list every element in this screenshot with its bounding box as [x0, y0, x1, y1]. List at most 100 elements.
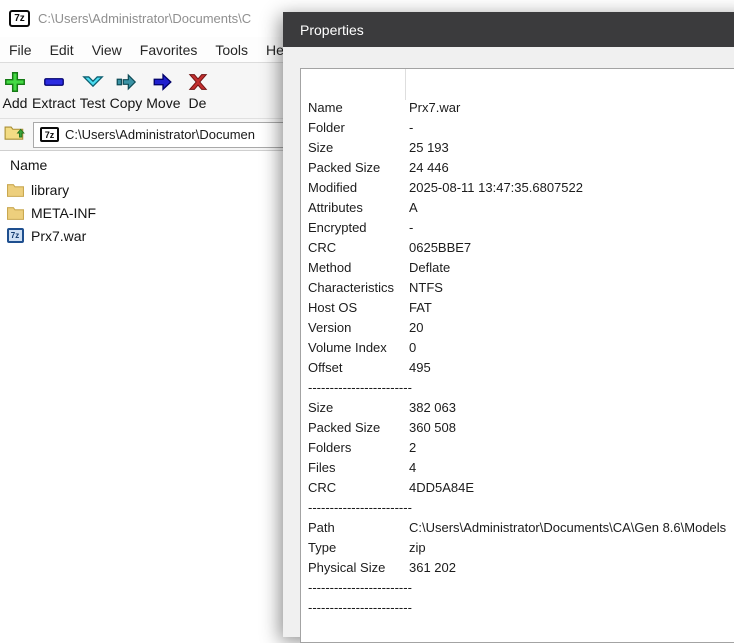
property-value: C:\Users\Administrator\Documents\CA\Gen …	[409, 519, 727, 535]
move-button[interactable]: Move	[144, 65, 182, 117]
property-row[interactable]: Packed Size 360 508	[301, 417, 734, 437]
move-icon	[150, 70, 176, 94]
property-label: CRC	[308, 479, 337, 495]
property-row[interactable]: Offset 495	[301, 357, 734, 377]
copy-label: Copy	[109, 95, 143, 111]
property-label: ------------------------	[308, 579, 412, 595]
window-title: C:\Users\Administrator\Documents\C	[38, 11, 252, 26]
property-row[interactable]: CRC 0625BBE7	[301, 237, 734, 257]
property-row[interactable]: Version 20	[301, 317, 734, 337]
property-label: Attributes	[308, 199, 363, 215]
up-one-level-button[interactable]	[0, 121, 30, 149]
property-label: ------------------------	[308, 379, 412, 395]
property-label: Physical Size	[308, 559, 386, 575]
property-label: Modified	[308, 179, 358, 195]
delete-button[interactable]: De	[183, 65, 213, 117]
copy-icon	[113, 70, 139, 94]
property-label: Name	[308, 99, 343, 115]
7zip-app-icon: 7z	[9, 10, 30, 27]
up-folder-icon	[4, 122, 26, 147]
move-label: Move	[146, 95, 181, 111]
properties-rows: Name Prx7.war Folder - Size 25 193 Packe…	[301, 97, 734, 617]
property-label: Files	[308, 459, 336, 475]
property-label: Folders	[308, 439, 352, 455]
property-label: Folder	[308, 119, 345, 135]
property-label: Type	[308, 539, 337, 555]
column-divider	[405, 69, 406, 100]
property-row[interactable]: Folder -	[301, 117, 734, 137]
property-row[interactable]: Files 4	[301, 457, 734, 477]
menu-item-favorites[interactable]: Favorites	[131, 39, 207, 61]
dialog-body: Name Prx7.war Folder - Size 25 193 Packe…	[283, 47, 734, 643]
property-value: 361 202	[409, 559, 456, 575]
property-label: CRC	[308, 239, 337, 255]
property-value: NTFS	[409, 279, 443, 295]
dialog-titlebar[interactable]: Properties	[283, 12, 734, 47]
property-label: ------------------------	[308, 499, 412, 515]
menu-item-view[interactable]: View	[83, 39, 131, 61]
add-label: Add	[2, 95, 28, 111]
dialog-title: Properties	[300, 21, 364, 38]
file-name: META-INF	[31, 204, 97, 221]
add-icon	[2, 70, 28, 94]
property-row[interactable]: Type zip	[301, 537, 734, 557]
menu-item-edit[interactable]: Edit	[41, 39, 83, 61]
property-row[interactable]: Folders 2	[301, 437, 734, 457]
test-icon	[80, 70, 106, 94]
property-label: Size	[308, 139, 334, 155]
property-value: 360 508	[409, 419, 456, 435]
property-value: 495	[409, 359, 431, 375]
property-value: 0	[409, 339, 417, 355]
separator-row[interactable]: ------------------------	[301, 597, 734, 617]
property-row[interactable]: Physical Size 361 202	[301, 557, 734, 577]
property-row[interactable]: Name Prx7.war	[301, 97, 734, 117]
7zip-file-type-icon: 7z	[40, 127, 59, 142]
property-label: Path	[308, 519, 335, 535]
properties-dialog: Properties Name Prx7.war Folder - Size 2…	[283, 12, 734, 643]
folder-icon	[6, 205, 24, 221]
copy-button[interactable]: Copy	[108, 65, 145, 117]
property-value: FAT	[409, 299, 432, 315]
property-label: Method	[308, 259, 352, 275]
property-label: Encrypted	[308, 219, 367, 235]
property-row[interactable]: Packed Size 24 446	[301, 157, 734, 177]
property-label: Offset	[308, 359, 343, 375]
property-label: Packed Size	[308, 419, 381, 435]
property-row[interactable]: Size 25 193	[301, 137, 734, 157]
delete-label: De	[188, 95, 207, 111]
separator-row[interactable]: ------------------------	[301, 577, 734, 597]
property-row[interactable]: Volume Index 0	[301, 337, 734, 357]
property-value: 0625BBE7	[409, 239, 472, 255]
property-label: Characteristics	[308, 279, 394, 295]
file-name: library	[31, 181, 70, 198]
property-row[interactable]: Host OS FAT	[301, 297, 734, 317]
property-label: ------------------------	[308, 599, 412, 615]
folder-icon	[6, 182, 24, 198]
property-row[interactable]: Characteristics NTFS	[301, 277, 734, 297]
properties-panel: Name Prx7.war Folder - Size 25 193 Packe…	[300, 68, 734, 643]
menu-item-file[interactable]: File	[0, 39, 41, 61]
property-row[interactable]: Encrypted -	[301, 217, 734, 237]
property-row[interactable]: CRC 4DD5A84E	[301, 477, 734, 497]
property-label: Volume Index	[308, 339, 387, 355]
menu-item-tools[interactable]: Tools	[206, 39, 257, 61]
add-button[interactable]: Add	[0, 65, 30, 117]
file-name: Prx7.war	[31, 227, 87, 244]
extract-button[interactable]: Extract	[30, 65, 78, 117]
property-row[interactable]: Method Deflate	[301, 257, 734, 277]
property-value: 2025-08-11 13:47:35.6807522	[409, 179, 583, 195]
property-row[interactable]: Attributes A	[301, 197, 734, 217]
property-row[interactable]: Modified 2025-08-11 13:47:35.6807522	[301, 177, 734, 197]
separator-row[interactable]: ------------------------	[301, 377, 734, 397]
property-label: Host OS	[308, 299, 358, 315]
test-button[interactable]: Test	[78, 65, 108, 117]
property-row[interactable]: Size 382 063	[301, 397, 734, 417]
separator-row[interactable]: ------------------------	[301, 497, 734, 517]
property-value: 20	[409, 319, 424, 335]
property-value: 4DD5A84E	[409, 479, 475, 495]
property-row[interactable]: Path C:\Users\Administrator\Documents\CA…	[301, 517, 734, 537]
address-path-text: C:\Users\Administrator\Documen	[65, 127, 255, 142]
property-value: A	[409, 199, 418, 215]
extract-icon	[41, 70, 67, 94]
property-label: Size	[308, 399, 334, 415]
